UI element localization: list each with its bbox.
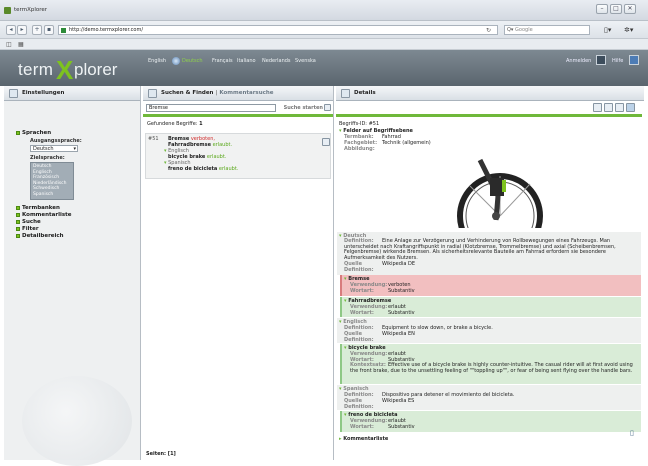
lang-italiano[interactable]: Italiano bbox=[237, 58, 256, 64]
kontextsatz-row: Kontextsatz: Effective use of a bicycle b… bbox=[350, 362, 633, 374]
spanisch-block: ▾ Spanisch Definition: Dispositivo para d… bbox=[337, 385, 641, 410]
ziel-listbox[interactable]: Deutsch Englisch Französisch Niederländi… bbox=[30, 162, 74, 200]
lang-deutsch[interactable]: Deutsch bbox=[182, 58, 203, 64]
logo-text-term: term bbox=[18, 60, 54, 79]
add-tab-icon[interactable]: + bbox=[32, 25, 42, 35]
forward-icon[interactable]: ▸ bbox=[17, 25, 27, 35]
section-toggle-icon bbox=[16, 130, 20, 135]
window-titlebar: termXplorer – □ ✕ bbox=[0, 0, 648, 21]
details-pane: Details Begriffs-ID: #51 ▾ Felder auf Be… bbox=[336, 86, 644, 460]
ausgang-label: Ausgangssprache: bbox=[30, 138, 82, 144]
begriff-id: Begriffs-ID: #51 bbox=[339, 121, 380, 127]
help-icon[interactable] bbox=[629, 55, 639, 65]
ausgang-select[interactable]: Deutsch ▾ bbox=[30, 145, 78, 152]
definition2-de: Definition: bbox=[344, 267, 374, 273]
logo-text-plorer: plorer bbox=[74, 60, 118, 79]
search-start-button[interactable]: Suche starten bbox=[277, 104, 323, 112]
view-icon-2[interactable] bbox=[604, 103, 613, 112]
definition-de: Definition: Eine Anlage zur Verzögerung u… bbox=[344, 238, 616, 261]
address-input[interactable]: http://demo.termxplorer.com/ bbox=[58, 25, 498, 35]
englisch-block: ▾ Englisch Definition: Equipment to slow … bbox=[337, 318, 641, 343]
sprachen-section[interactable]: Sprachen bbox=[16, 130, 136, 136]
lang-francais[interactable]: Français bbox=[212, 58, 233, 64]
pagination[interactable]: Seiten: [1] bbox=[146, 451, 176, 457]
search-pane: Suchen & Finden | Kommentarsuche Bremse … bbox=[143, 86, 334, 460]
settings-gear-icon[interactable]: ✲▾ bbox=[624, 26, 633, 34]
bicycle-brake-image bbox=[440, 156, 544, 259]
definition2-en: Definition: bbox=[344, 337, 374, 343]
accent-bar bbox=[143, 114, 333, 117]
details-tab[interactable]: Details bbox=[336, 86, 644, 101]
wortart-row: Wortart: Substantiv bbox=[350, 288, 415, 294]
term-block-bicycle-brake: ▾ bicycle brake Verwendung:erlaubt Worta… bbox=[340, 344, 641, 384]
wortart-row: Wortart: Substantiv bbox=[350, 424, 415, 430]
close-icon[interactable]: ✕ bbox=[624, 4, 636, 14]
result-id: #51 bbox=[148, 136, 159, 142]
search-tab-header: Suchen & Finden | Kommentarsuche bbox=[143, 86, 333, 101]
ziel-option[interactable]: Spanisch bbox=[33, 192, 71, 198]
view-icon-3[interactable] bbox=[615, 103, 624, 112]
accent-bar bbox=[336, 114, 642, 117]
document-icon[interactable]: ▯ bbox=[630, 429, 634, 437]
view-icon-4[interactable] bbox=[626, 103, 635, 112]
maximize-icon[interactable]: □ bbox=[610, 4, 622, 14]
grid-icon[interactable]: ▦ bbox=[18, 41, 24, 48]
filter-section[interactable]: Filter bbox=[16, 226, 72, 233]
found-label: Gefundene Begriffe: 1 bbox=[147, 121, 203, 127]
home-icon[interactable]: ▪ bbox=[44, 25, 54, 35]
clear-icon[interactable] bbox=[324, 104, 331, 111]
kommentarliste-section[interactable]: Kommentarliste bbox=[16, 212, 72, 219]
bookmarks-icon[interactable]: ◫ bbox=[6, 41, 12, 48]
view-icon-1[interactable] bbox=[593, 103, 602, 112]
page-menu-icon[interactable]: ▯▾ bbox=[604, 26, 611, 34]
login-icon[interactable] bbox=[596, 55, 606, 65]
bookmarks-bar: ◫ ▦ bbox=[0, 39, 648, 50]
settings-pane: Einstellungen Sprachen Ausgangssprache: … bbox=[4, 86, 141, 466]
wrench-icon bbox=[9, 89, 18, 98]
login-link[interactable]: Anmelden bbox=[566, 58, 591, 64]
term-block-freno: ▾ freno de bicicleta Verwendung:erlaubt … bbox=[340, 411, 641, 432]
tab-kommentarsuche[interactable]: Kommentarsuche bbox=[219, 90, 273, 96]
reload-icon[interactable]: ↻ bbox=[486, 27, 491, 34]
kommentarliste-header[interactable]: ▸ Kommentarliste bbox=[339, 436, 388, 442]
details-icon bbox=[341, 89, 350, 98]
globe-icon bbox=[172, 57, 180, 65]
browser-toolbar: ◂ ▸ + ▪ http://demo.termxplorer.com/ ↻ Q… bbox=[0, 21, 648, 39]
site-icon bbox=[61, 28, 66, 33]
edit-icon[interactable] bbox=[322, 138, 330, 146]
lang-nederlands[interactable]: Nederlands bbox=[262, 58, 291, 64]
settings-tab[interactable]: Einstellungen bbox=[4, 86, 140, 101]
result-item[interactable]: #51 Bremse verboten, Fahrradbremse erlau… bbox=[145, 133, 331, 179]
term-freno: freno de bicicleta erlaubt. bbox=[168, 166, 239, 172]
browser-search-input[interactable]: Q▾ Google bbox=[504, 25, 590, 35]
deutsch-block: ▾ Deutsch Definition: Eine Anlage zur Ver… bbox=[337, 232, 641, 275]
definition2-es: Definition: bbox=[344, 404, 374, 410]
search-input[interactable]: Bremse bbox=[146, 104, 276, 112]
suche-section[interactable]: Suche bbox=[16, 219, 72, 226]
globe-watermark bbox=[22, 376, 132, 466]
favicon-icon bbox=[4, 7, 11, 14]
help-link[interactable]: Hilfe bbox=[612, 58, 623, 64]
tab-suchen[interactable]: Suchen & Finden bbox=[161, 90, 213, 96]
term-block-bremse: ▾ Bremse Verwendung:verboten Wortart: Sub… bbox=[340, 275, 641, 296]
address-text: http://demo.termxplorer.com/ bbox=[69, 27, 144, 33]
language-settings: Sprachen Ausgangssprache: Deutsch ▾ Ziels… bbox=[16, 130, 136, 200]
lang-english[interactable]: English bbox=[148, 58, 166, 64]
settings-sections: Termbanken Kommentarliste Suche Filter D… bbox=[16, 205, 72, 240]
wortart-row: Wortart: Substantiv bbox=[350, 310, 415, 316]
back-icon[interactable]: ◂ bbox=[6, 25, 16, 35]
minimize-icon[interactable]: – bbox=[596, 4, 608, 14]
termbanken-section[interactable]: Termbanken bbox=[16, 205, 72, 212]
lang-svenska[interactable]: Svenska bbox=[295, 58, 316, 64]
term-block-fahrradbremse: ▾ Fahrradbremse Verwendung:erlaubt Worta… bbox=[340, 297, 641, 317]
window-title: termXplorer bbox=[14, 7, 47, 13]
ziel-label: Zielsprache: bbox=[30, 155, 65, 161]
abbildung-row: Abbildung: bbox=[344, 146, 375, 152]
detailbereich-section[interactable]: Detailbereich bbox=[16, 233, 72, 240]
logo-x: X bbox=[56, 55, 74, 85]
search-icon bbox=[148, 89, 157, 98]
